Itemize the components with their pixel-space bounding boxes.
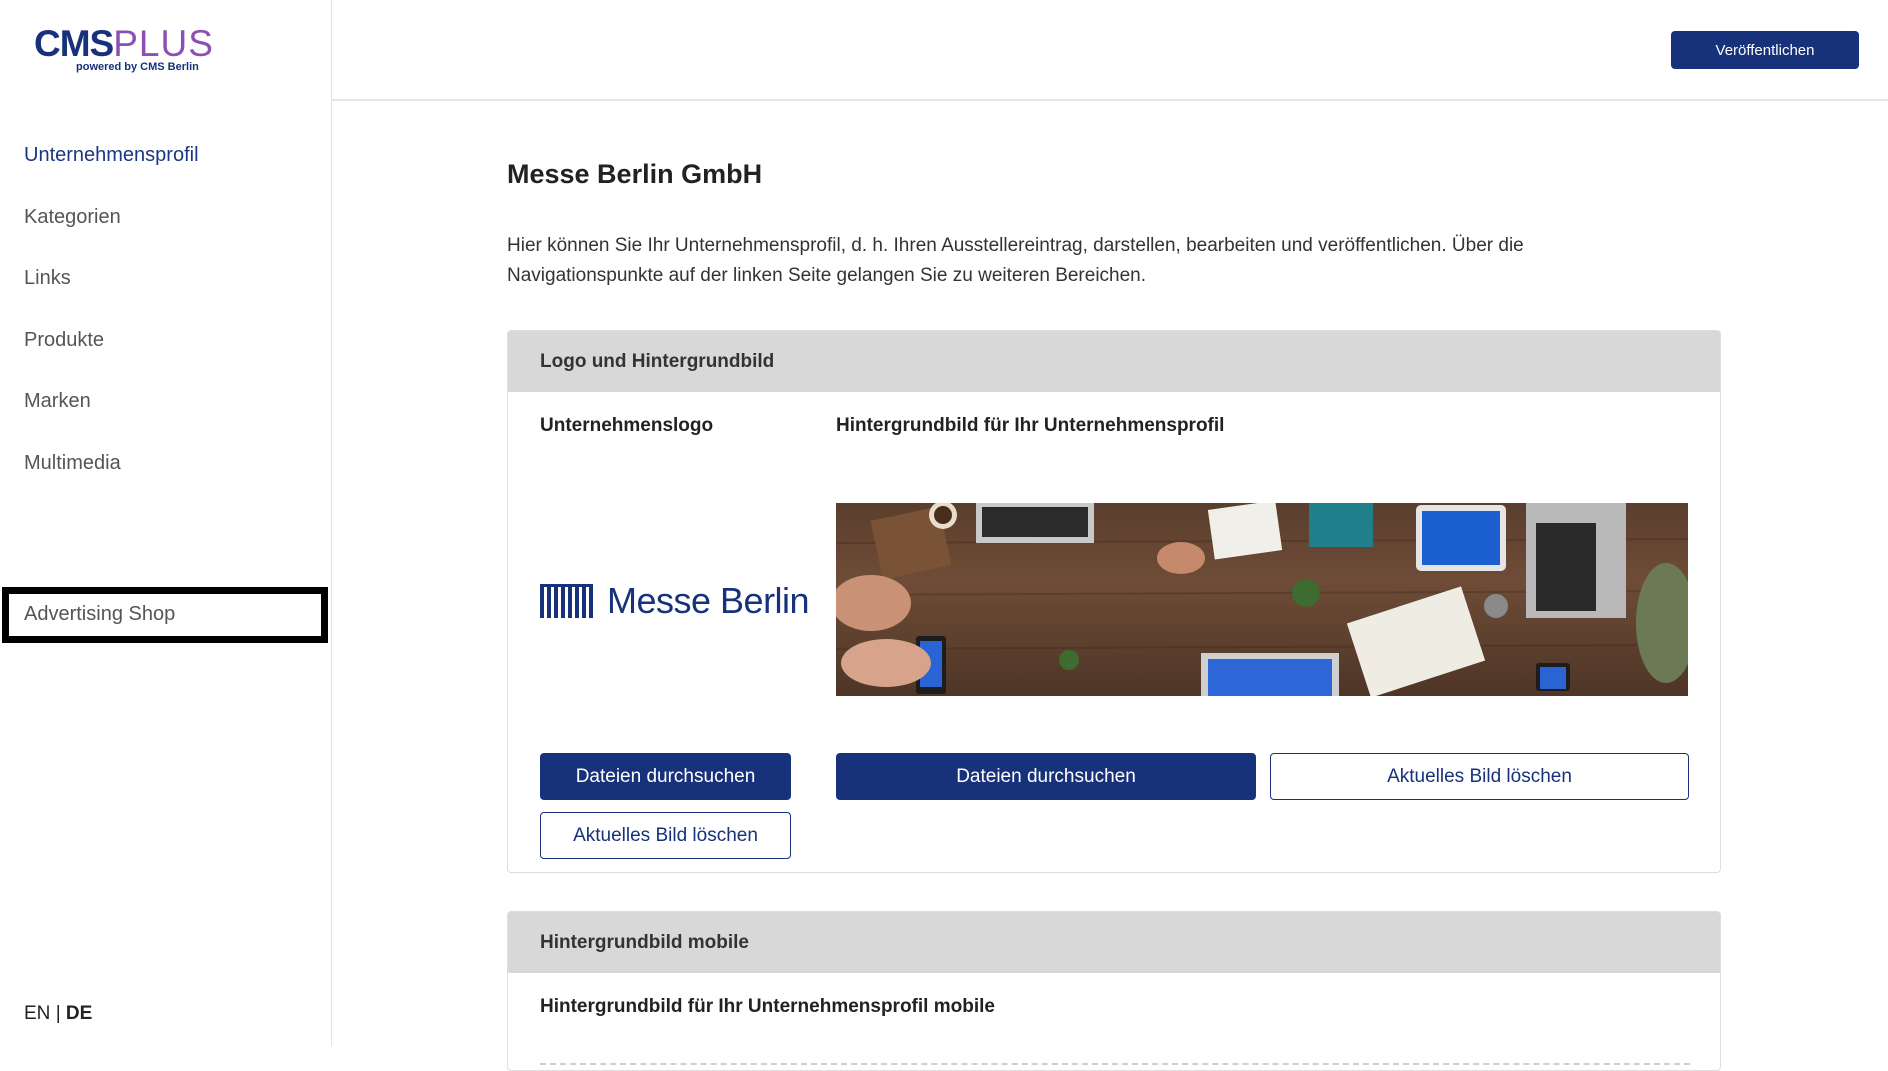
logo-subtitle: powered by CMS Berlin bbox=[76, 61, 199, 73]
mobile-background-panel: Hintergrundbild mobile Hintergrundbild f… bbox=[507, 911, 1721, 1071]
language-switcher: EN | DE bbox=[24, 1003, 92, 1025]
logo-delete-image-button[interactable]: Aktuelles Bild löschen bbox=[540, 812, 791, 859]
mobile-background-label: Hintergrundbild für Ihr Unternehmensprof… bbox=[540, 996, 995, 1017]
page-description: Hier können Sie Ihr Unternehmensprofil, … bbox=[507, 235, 1524, 286]
background-delete-image-button[interactable]: Aktuelles Bild löschen bbox=[1270, 753, 1689, 800]
company-logo-image: Messe Berlin bbox=[540, 580, 810, 621]
top-bar: Veröffentlichen bbox=[332, 0, 1888, 101]
messe-berlin-bars-icon bbox=[540, 584, 593, 618]
sidebar-nav: Unternehmensprofil Kategorien Links Prod… bbox=[24, 140, 199, 509]
panel-heading: Logo und Hintergrundbild bbox=[508, 331, 1720, 392]
sidebar-item-multimedia[interactable]: Multimedia bbox=[24, 448, 199, 510]
sidebar-item-marken[interactable]: Marken bbox=[24, 386, 199, 448]
mobile-upload-dropzone-border[interactable] bbox=[540, 1063, 1690, 1065]
background-browse-files-button[interactable]: Dateien durchsuchen bbox=[836, 753, 1256, 800]
sidebar-item-unternehmensprofil[interactable]: Unternehmensprofil bbox=[24, 140, 199, 202]
logo-main-text: CMS bbox=[34, 23, 114, 64]
mobile-panel-heading: Hintergrundbild mobile bbox=[508, 912, 1720, 973]
lang-separator: | bbox=[55, 1003, 61, 1024]
company-logo-text: Messe Berlin bbox=[607, 580, 810, 621]
sidebar-item-produkte[interactable]: Produkte bbox=[24, 325, 199, 387]
page-title: Messe Berlin GmbH bbox=[507, 159, 763, 189]
sidebar-item-advertising-shop[interactable]: Advertising Shop bbox=[24, 603, 175, 626]
logo-accent-text: PLUS bbox=[113, 23, 214, 64]
lang-de[interactable]: DE bbox=[66, 1003, 92, 1024]
sidebar: CMSPLUS powered by CMS Berlin Unternehme… bbox=[0, 0, 332, 1046]
lang-en[interactable]: EN bbox=[24, 1003, 50, 1024]
logo-browse-files-button[interactable]: Dateien durchsuchen bbox=[540, 753, 791, 800]
sidebar-item-kategorien[interactable]: Kategorien bbox=[24, 202, 199, 264]
logo-background-panel: Logo und Hintergrundbild Unternehmenslog… bbox=[507, 330, 1721, 873]
desk-photo-graphic bbox=[836, 503, 1688, 696]
publish-button[interactable]: Veröffentlichen bbox=[1671, 31, 1859, 69]
sidebar-item-links[interactable]: Links bbox=[24, 263, 199, 325]
company-logo-label: Unternehmenslogo bbox=[540, 415, 714, 436]
background-image-label: Hintergrundbild für Ihr Unternehmensprof… bbox=[836, 415, 1225, 436]
background-image-preview bbox=[836, 503, 1688, 696]
cms-plus-logo[interactable]: CMSPLUS powered by CMS Berlin bbox=[34, 23, 214, 73]
